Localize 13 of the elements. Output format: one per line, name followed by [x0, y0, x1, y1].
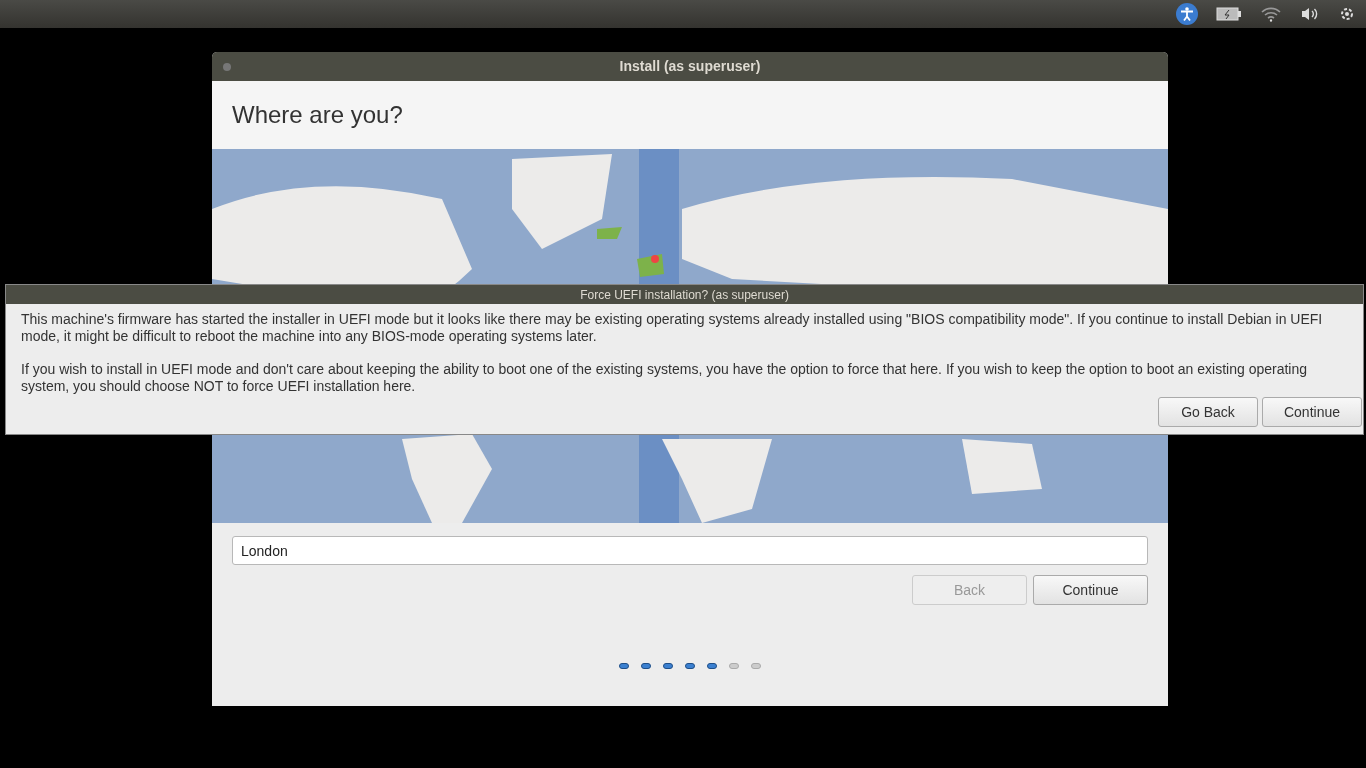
battery-icon[interactable]: [1216, 7, 1242, 21]
accessibility-icon[interactable]: [1176, 3, 1198, 25]
continue-button[interactable]: Continue: [1262, 397, 1362, 427]
go-back-button[interactable]: Go Back: [1158, 397, 1258, 427]
location-field[interactable]: London: [232, 536, 1148, 565]
wifi-icon[interactable]: [1260, 6, 1282, 22]
dialog-message: This machine's firmware has started the installer in UEFI mode but it looks like there may be existing operating systems already installed using "BIOS compatibility mode". If you continue to install Debian in UEFI mode, it might be difficult to reboot the machine into any BIOS-mode operating systems later.: [21, 311, 1324, 345]
dialog-message: If you wish to install in UEFI mode and don't care about keeping the ability to boot one of the existing systems, you have the option to force that here. If you wish to keep the option to boot an existing operating system, you should choose NOT to force UEFI installation here.: [21, 361, 1308, 395]
dialog-title: Force UEFI installation? (as superuser): [580, 286, 789, 304]
volume-icon[interactable]: [1300, 6, 1320, 22]
continue-button[interactable]: Continue: [1033, 575, 1148, 605]
window-title: Install (as superuser): [619, 57, 761, 76]
page-heading: Where are you?: [232, 100, 403, 130]
